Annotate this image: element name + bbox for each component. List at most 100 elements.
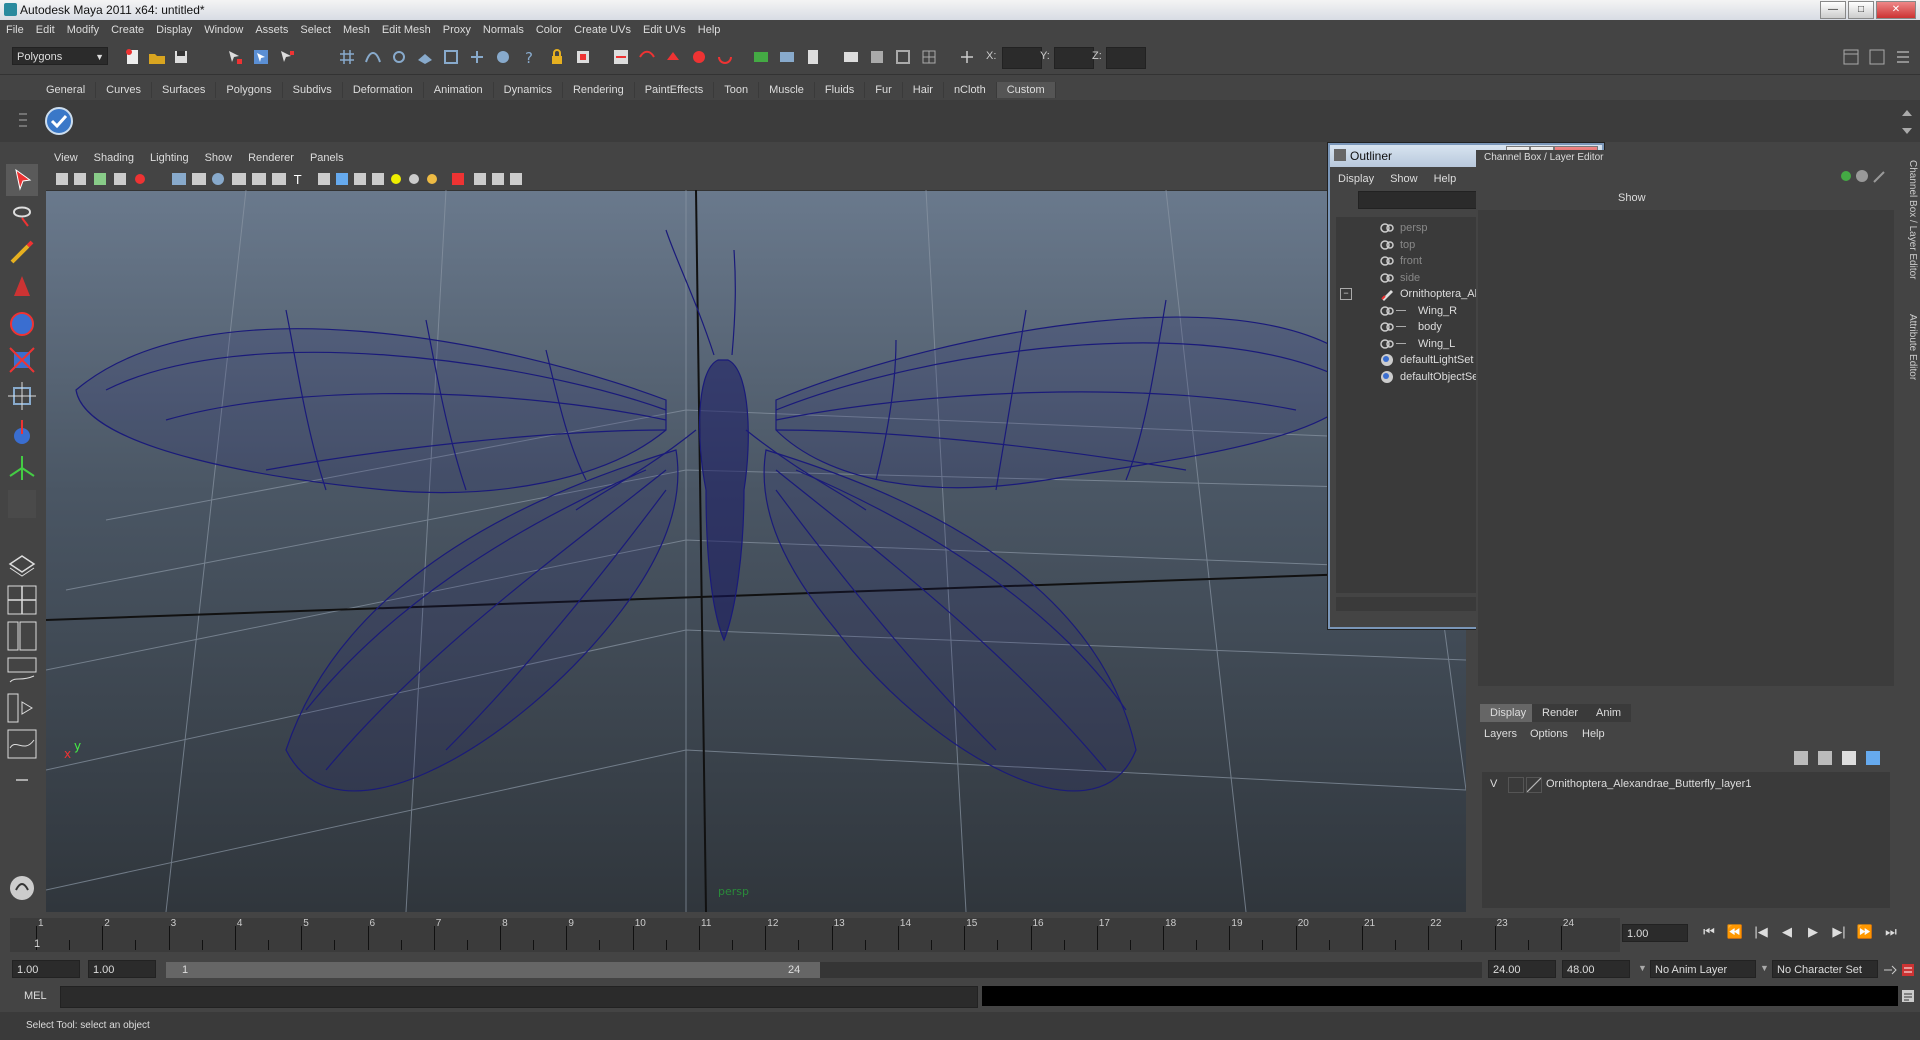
lock-icon[interactable] — [548, 48, 566, 66]
menu-mesh[interactable]: Mesh — [337, 20, 376, 40]
time-slider[interactable]: 1 2 3 4 5 6 7 8 9 10 11 12 13 14 15 16 17 18 19 20 21 22 23 24 … — [10, 918, 1620, 952]
new-scene-icon[interactable] — [124, 48, 142, 66]
anim-layer-chevron-down-icon[interactable]: ▼ — [1638, 963, 1647, 973]
step-back-frame-button[interactable]: |◀ — [1748, 924, 1774, 940]
select-component-icon[interactable] — [278, 48, 296, 66]
persp-outliner-layout-icon[interactable] — [6, 620, 38, 652]
paint-select-icon[interactable] — [6, 236, 38, 268]
menu-modify[interactable]: Modify — [61, 20, 105, 40]
use-selected-lights-icon[interactable] — [427, 174, 437, 184]
vp-menu-view[interactable]: View — [46, 150, 86, 166]
tab-animation[interactable]: Animation — [424, 82, 494, 98]
perspective-viewport[interactable]: View Shading Lighting Show Renderer Panels T — [46, 150, 1466, 912]
animation-prefs-icon[interactable] — [1900, 962, 1916, 978]
wireframe-mode-icon[interactable] — [192, 173, 206, 185]
image-plane-icon[interactable] — [868, 48, 886, 66]
universal-manipulator-icon[interactable] — [6, 380, 38, 412]
script-editor-icon[interactable] — [1900, 988, 1916, 1004]
ipr-render-icon[interactable] — [690, 48, 708, 66]
cb-hyper-icon[interactable] — [1873, 171, 1885, 183]
menu-edit[interactable]: Edit — [30, 20, 61, 40]
command-language-label[interactable]: MEL — [24, 990, 47, 1002]
vp-menu-lighting[interactable]: Lighting — [142, 150, 197, 166]
grid-icon[interactable] — [920, 48, 938, 66]
checkmark-shelf-icon[interactable] — [44, 106, 74, 136]
menu-set-select[interactable]: Polygons ▼ — [12, 47, 108, 65]
render-settings-icon[interactable] — [716, 48, 734, 66]
auto-key-icon[interactable] — [1882, 962, 1898, 978]
character-set-select[interactable]: No Character Set — [1772, 960, 1878, 978]
layout-toggle-icon[interactable] — [1842, 48, 1860, 66]
shelf-menu-icon[interactable] — [18, 108, 28, 136]
collapse-toggle-icon[interactable]: − — [1340, 288, 1352, 300]
use-default-light-icon[interactable] — [391, 174, 401, 184]
tab-hair[interactable]: Hair — [903, 82, 944, 98]
vp-menu-renderer[interactable]: Renderer — [240, 150, 302, 166]
x-field[interactable] — [1002, 47, 1042, 69]
single-pane-layout-icon[interactable] — [6, 548, 38, 580]
menu-color[interactable]: Color — [530, 20, 568, 40]
menu-help[interactable]: Help — [692, 20, 727, 40]
move-layer-down-icon[interactable] — [1818, 751, 1832, 765]
char-set-chevron-down-icon[interactable]: ▼ — [1760, 963, 1769, 973]
tab-fluids[interactable]: Fluids — [815, 82, 866, 98]
bookmark-icon[interactable] — [94, 173, 106, 185]
save-scene-icon[interactable] — [172, 48, 190, 66]
select-tool-icon[interactable] — [6, 164, 38, 196]
tab-general[interactable]: General — [36, 82, 97, 98]
xray-active-icon[interactable] — [492, 173, 504, 185]
soft-mod-icon[interactable] — [6, 416, 38, 448]
hypershade-icon[interactable] — [752, 48, 770, 66]
play-backwards-button[interactable]: ◀ — [1774, 924, 1800, 940]
rotate-tool-icon[interactable] — [6, 308, 38, 340]
tab-fur[interactable]: Fur — [865, 82, 903, 98]
select-hierarchy-icon[interactable] — [226, 48, 244, 66]
cb-manipulator-icon[interactable] — [1841, 171, 1851, 181]
image-plane-vp-icon[interactable] — [114, 173, 126, 185]
tab-polygons[interactable]: Polygons — [216, 82, 283, 98]
film-gate-icon[interactable] — [135, 174, 145, 184]
menu-display[interactable]: Display — [150, 20, 198, 40]
channel-box-toggle-icon[interactable] — [1894, 48, 1912, 66]
vp-menu-shading[interactable]: Shading — [86, 150, 142, 166]
tab-ncloth[interactable]: nCloth — [944, 82, 997, 98]
show-manipulator-icon[interactable] — [6, 452, 38, 484]
camera-select-icon[interactable] — [56, 173, 68, 185]
outliner-menu-display[interactable]: Display — [1330, 171, 1382, 187]
range-handle[interactable]: 1 24 — [166, 962, 820, 978]
snap-grid-icon[interactable] — [338, 48, 356, 66]
transform-field-icon[interactable] — [958, 48, 976, 66]
layer-tab-render[interactable]: Render — [1532, 704, 1589, 722]
tab-dynamics[interactable]: Dynamics — [494, 82, 563, 98]
all-lights-icon[interactable] — [336, 173, 348, 185]
go-to-end-button[interactable]: ⏭ — [1878, 924, 1904, 940]
shadows-icon[interactable] — [354, 173, 366, 185]
graph-layout-icon[interactable] — [6, 728, 38, 760]
persp-graph-layout-icon[interactable] — [6, 656, 38, 688]
new-layer-from-selection-icon[interactable] — [1866, 751, 1880, 765]
layout-menu-icon[interactable] — [6, 764, 38, 796]
anim-end-field[interactable]: 48.00 — [1562, 960, 1630, 978]
highlight-select-icon[interactable] — [574, 48, 592, 66]
outliner-menu-show[interactable]: Show — [1382, 171, 1426, 187]
menu-edit-uvs[interactable]: Edit UVs — [637, 20, 692, 40]
tool-settings-icon[interactable] — [6, 872, 38, 904]
shelf-scroll-icon[interactable] — [1900, 106, 1914, 138]
outliner-menu-help[interactable]: Help — [1426, 171, 1465, 187]
open-scene-icon[interactable] — [148, 48, 166, 66]
snap-plane-icon[interactable] — [416, 48, 434, 66]
menu-select[interactable]: Select — [294, 20, 337, 40]
layer-row[interactable]: V Ornithoptera_Alexandrae_Butterfly_laye… — [1482, 774, 1890, 794]
menu-edit-mesh[interactable]: Edit Mesh — [376, 20, 437, 40]
bounding-box-icon[interactable] — [252, 173, 266, 185]
step-back-key-button[interactable]: ⏪ — [1722, 924, 1748, 940]
construction-icon[interactable] — [494, 48, 512, 66]
current-frame-field[interactable]: 1.00 — [1622, 924, 1688, 942]
tab-channel-box-layer-editor[interactable]: Channel Box / Layer Editor — [1900, 160, 1918, 280]
channel-box-show-menu[interactable]: Show — [1618, 192, 1646, 204]
anim-layer-select[interactable]: No Anim Layer — [1650, 960, 1756, 978]
gate-icon[interactable] — [894, 48, 912, 66]
layer-visibility-toggle[interactable]: V — [1490, 778, 1497, 790]
snap-curve-icon[interactable] — [364, 48, 382, 66]
help-question-icon[interactable]: ? — [520, 48, 538, 66]
